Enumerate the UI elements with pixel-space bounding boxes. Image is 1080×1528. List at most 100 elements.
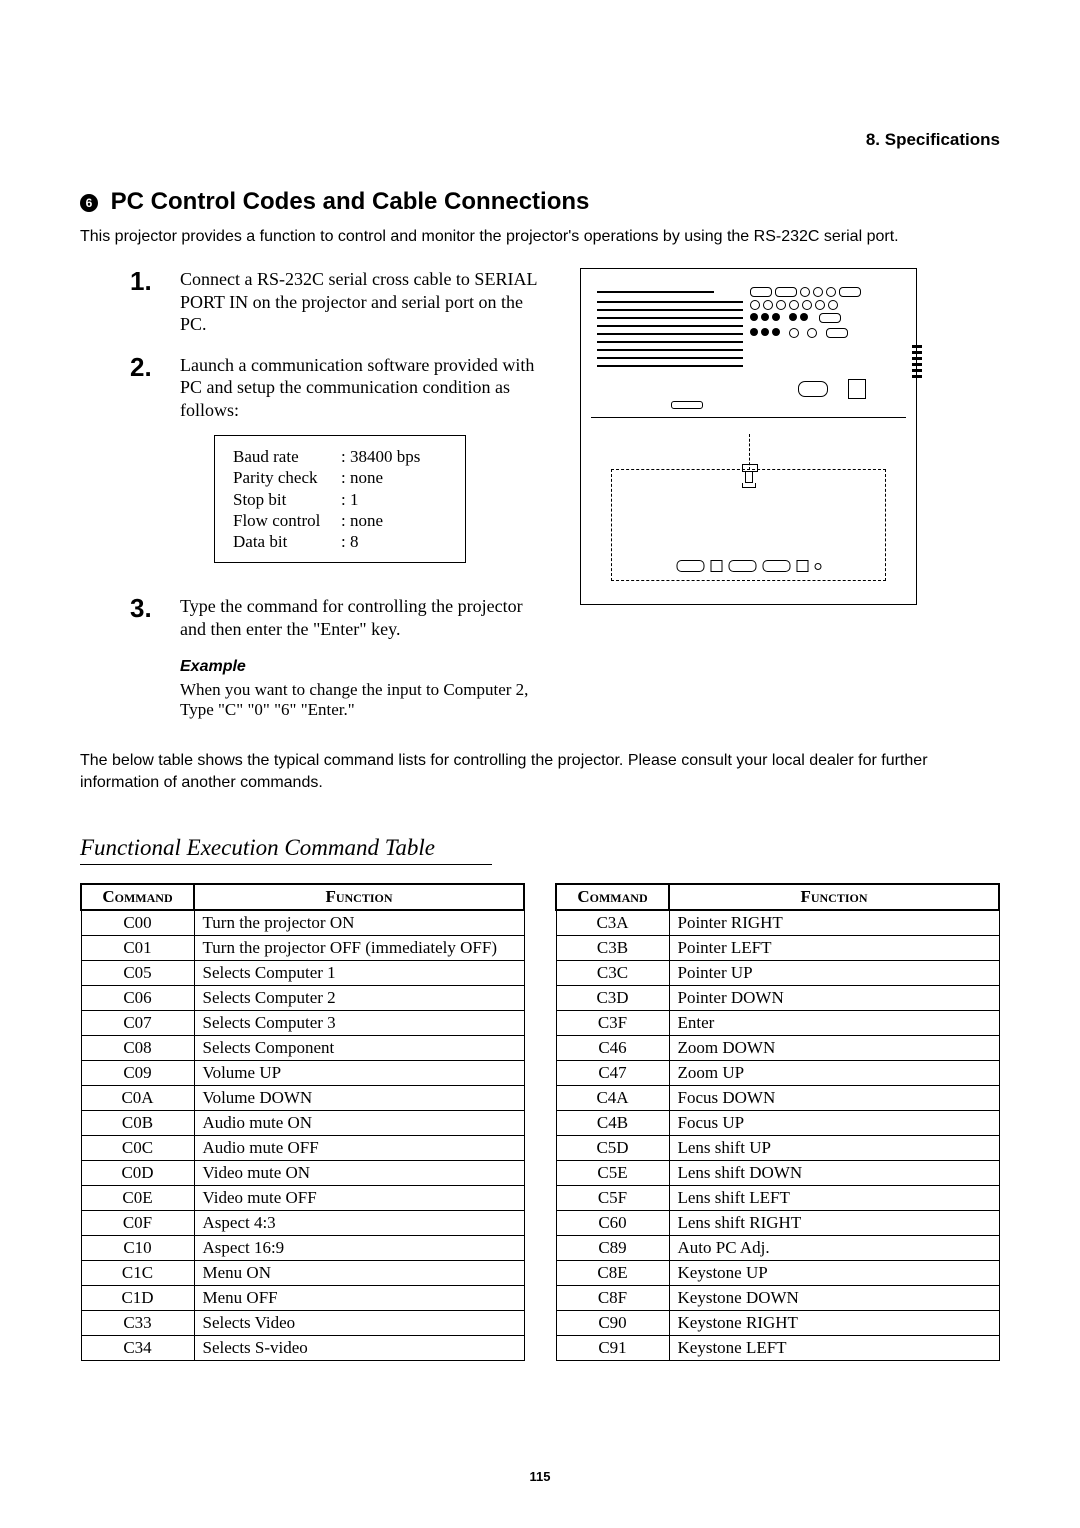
param-key: Data bit xyxy=(233,531,341,552)
th-command: Command xyxy=(81,884,194,910)
table-intro-note: The below table shows the typical comman… xyxy=(80,750,1000,793)
cell-command: C10 xyxy=(81,1236,194,1261)
cell-command: C0E xyxy=(81,1186,194,1211)
cell-command: C0B xyxy=(81,1111,194,1136)
projector-rear-diagram xyxy=(580,268,917,605)
cell-function: Turn the projector ON xyxy=(194,910,524,936)
cell-command: C5D xyxy=(556,1136,669,1161)
grip-icon xyxy=(912,345,922,389)
cell-command: C07 xyxy=(81,1011,194,1036)
cell-command: C89 xyxy=(556,1236,669,1261)
cell-function: Volume DOWN xyxy=(194,1086,524,1111)
cell-command: C1C xyxy=(81,1261,194,1286)
command-table-left: Command Function C00Turn the projector O… xyxy=(80,883,525,1361)
comm-params-box: Baud rate38400 bps Parity checknone Stop… xyxy=(214,435,466,563)
table-row: C3DPointer DOWN xyxy=(556,986,999,1011)
step-text: Type the command for controlling the pro… xyxy=(180,595,550,640)
cell-function: Pointer RIGHT xyxy=(669,910,999,936)
cell-command: C09 xyxy=(81,1061,194,1086)
cell-function: Zoom UP xyxy=(669,1061,999,1086)
cell-function: Keystone RIGHT xyxy=(669,1311,999,1336)
table-row: C05Selects Computer 1 xyxy=(81,961,524,986)
cell-function: Volume UP xyxy=(194,1061,524,1086)
table-row: C3CPointer UP xyxy=(556,961,999,986)
cell-command: C0F xyxy=(81,1211,194,1236)
param-key: Baud rate xyxy=(233,446,341,467)
cell-function: Keystone UP xyxy=(669,1261,999,1286)
cell-command: C3F xyxy=(556,1011,669,1036)
cell-command: C46 xyxy=(556,1036,669,1061)
cell-function: Aspect 16:9 xyxy=(194,1236,524,1261)
table-row: C89Auto PC Adj. xyxy=(556,1236,999,1261)
table-row: C0BAudio mute ON xyxy=(81,1111,524,1136)
ir-icon xyxy=(798,381,828,397)
table-row: C06Selects Computer 2 xyxy=(81,986,524,1011)
cell-command: C1D xyxy=(81,1286,194,1311)
step-2: 2. Launch a communication software provi… xyxy=(130,354,550,578)
cell-function: Selects Component xyxy=(194,1036,524,1061)
table-row: C08Selects Component xyxy=(81,1036,524,1061)
param-key: Stop bit xyxy=(233,489,341,510)
cell-command: C8F xyxy=(556,1286,669,1311)
table-row: C10Aspect 16:9 xyxy=(81,1236,524,1261)
cell-function: Auto PC Adj. xyxy=(669,1236,999,1261)
cell-command: C08 xyxy=(81,1036,194,1061)
cell-function: Pointer DOWN xyxy=(669,986,999,1011)
table-row: C3APointer RIGHT xyxy=(556,910,999,936)
table-row: C09Volume UP xyxy=(81,1061,524,1086)
cell-command: C3B xyxy=(556,936,669,961)
cell-command: C5E xyxy=(556,1161,669,1186)
table-row: C90Keystone RIGHT xyxy=(556,1311,999,1336)
cell-function: Keystone LEFT xyxy=(669,1336,999,1361)
cell-command: C5F xyxy=(556,1186,669,1211)
step-1: 1. Connect a RS-232C serial cross cable … xyxy=(130,268,550,336)
table-row: C34Selects S-video xyxy=(81,1336,524,1361)
section-header: 8. Specifications xyxy=(80,130,1000,150)
cell-function: Selects Computer 3 xyxy=(194,1011,524,1036)
param-val: 8 xyxy=(341,531,358,552)
bullet-number-icon: 6 xyxy=(80,194,98,212)
cell-function: Pointer LEFT xyxy=(669,936,999,961)
cell-function: Lens shift DOWN xyxy=(669,1161,999,1186)
intro-paragraph: This projector provides a function to co… xyxy=(80,228,1000,246)
table-row: C0EVideo mute OFF xyxy=(81,1186,524,1211)
cell-command: C00 xyxy=(81,910,194,936)
cell-function: Selects Computer 1 xyxy=(194,961,524,986)
command-table-right: Command Function C3APointer RIGHTC3BPoin… xyxy=(555,883,1000,1361)
step-number: 3. xyxy=(130,595,180,640)
table-row: C46Zoom DOWN xyxy=(556,1036,999,1061)
table-row: C60Lens shift RIGHT xyxy=(556,1211,999,1236)
cell-command: C0C xyxy=(81,1136,194,1161)
cell-command: C0D xyxy=(81,1161,194,1186)
cell-command: C4A xyxy=(556,1086,669,1111)
table-row: C8EKeystone UP xyxy=(556,1261,999,1286)
cell-command: C3D xyxy=(556,986,669,1011)
cell-command: C05 xyxy=(81,961,194,986)
cell-function: Selects Computer 2 xyxy=(194,986,524,1011)
table-row: C07Selects Computer 3 xyxy=(81,1011,524,1036)
table-row: C5ELens shift DOWN xyxy=(556,1161,999,1186)
cell-command: C4B xyxy=(556,1111,669,1136)
cell-function: Keystone DOWN xyxy=(669,1286,999,1311)
step-number: 1. xyxy=(130,268,180,336)
cell-command: C33 xyxy=(81,1311,194,1336)
page-title: 6 PC Control Codes and Cable Connections xyxy=(80,188,1000,216)
param-val: 38400 bps xyxy=(341,446,420,467)
button-icon xyxy=(848,379,866,399)
cell-function: Focus DOWN xyxy=(669,1086,999,1111)
cell-function: Turn the projector OFF (immediately OFF) xyxy=(194,936,524,961)
table-row: C8FKeystone DOWN xyxy=(556,1286,999,1311)
cell-function: Selects Video xyxy=(194,1311,524,1336)
page-number: 115 xyxy=(0,1469,1080,1484)
param-val: none xyxy=(341,510,383,531)
cell-function: Lens shift RIGHT xyxy=(669,1211,999,1236)
table-row: C4AFocus DOWN xyxy=(556,1086,999,1111)
cell-command: C3C xyxy=(556,961,669,986)
cell-function: Aspect 4:3 xyxy=(194,1211,524,1236)
table-row: C47Zoom UP xyxy=(556,1061,999,1086)
cell-function: Lens shift UP xyxy=(669,1136,999,1161)
table-row: C00Turn the projector ON xyxy=(81,910,524,936)
table-row: C0CAudio mute OFF xyxy=(81,1136,524,1161)
cell-function: Enter xyxy=(669,1011,999,1036)
table-row: C0DVideo mute ON xyxy=(81,1161,524,1186)
